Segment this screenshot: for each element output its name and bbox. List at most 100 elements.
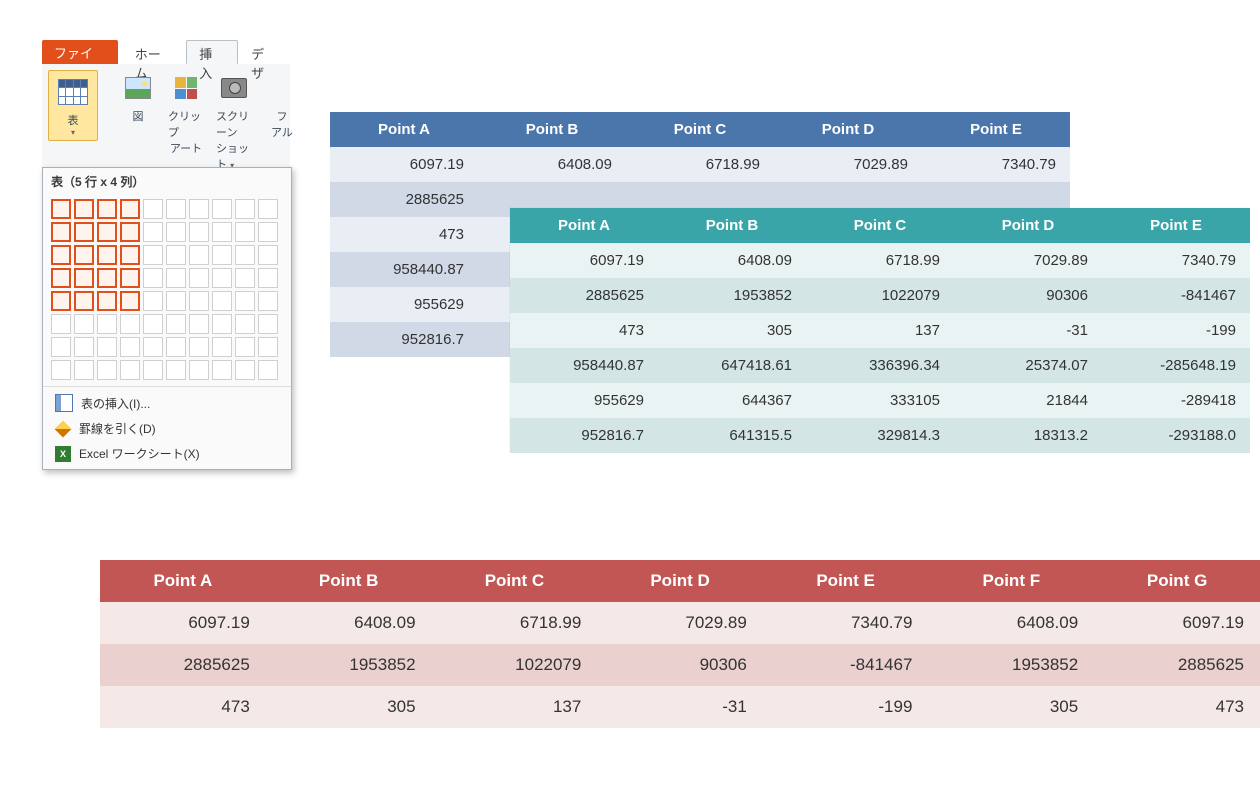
menu-excel-sheet[interactable]: X Excel ワークシート(X)	[43, 441, 291, 466]
tab-design[interactable]: デザ	[238, 40, 290, 64]
grid-cell[interactable]	[97, 291, 117, 311]
grid-cell[interactable]	[120, 199, 140, 219]
grid-cell[interactable]	[143, 245, 163, 265]
table-cell: -199	[1102, 313, 1250, 348]
grid-cell[interactable]	[51, 245, 71, 265]
grid-cell[interactable]	[258, 268, 278, 288]
grid-cell[interactable]	[166, 291, 186, 311]
grid-cell[interactable]	[166, 245, 186, 265]
grid-cell[interactable]	[51, 360, 71, 380]
grid-cell[interactable]	[74, 222, 94, 242]
grid-cell[interactable]	[166, 337, 186, 357]
tab-file[interactable]: ファイル	[42, 40, 118, 64]
grid-cell[interactable]	[258, 360, 278, 380]
grid-cell[interactable]	[212, 337, 232, 357]
table-size-grid[interactable]	[43, 195, 291, 386]
data-table-teal: Point APoint BPoint CPoint DPoint E 6097…	[510, 208, 1250, 453]
grid-cell[interactable]	[97, 222, 117, 242]
grid-cell[interactable]	[235, 314, 255, 334]
grid-cell[interactable]	[189, 291, 209, 311]
grid-cell[interactable]	[212, 199, 232, 219]
grid-cell[interactable]	[51, 222, 71, 242]
grid-cell[interactable]	[143, 291, 163, 311]
grid-cell[interactable]	[212, 222, 232, 242]
table-cell: 2885625	[330, 182, 478, 217]
grid-cell[interactable]	[189, 268, 209, 288]
grid-cell[interactable]	[235, 268, 255, 288]
table-cell: 329814.3	[806, 418, 954, 453]
grid-cell[interactable]	[189, 337, 209, 357]
grid-cell[interactable]	[235, 360, 255, 380]
grid-cell[interactable]	[74, 314, 94, 334]
grid-cell[interactable]	[51, 291, 71, 311]
ribbon-group-clipart[interactable]: クリップ アート	[166, 70, 206, 156]
grid-cell[interactable]	[120, 222, 140, 242]
grid-cell[interactable]	[166, 360, 186, 380]
tab-insert[interactable]: 挿入	[186, 40, 238, 64]
grid-cell[interactable]	[97, 360, 117, 380]
grid-cell[interactable]	[51, 268, 71, 288]
ribbon-group-picture[interactable]: 図	[118, 70, 158, 124]
grid-cell[interactable]	[189, 222, 209, 242]
table-cell: -841467	[763, 644, 929, 686]
grid-cell[interactable]	[120, 314, 140, 334]
grid-cell[interactable]	[97, 314, 117, 334]
grid-cell[interactable]	[189, 199, 209, 219]
grid-cell[interactable]	[258, 222, 278, 242]
menu-draw-table[interactable]: 罫線を引く(D)	[43, 416, 291, 441]
grid-cell[interactable]	[143, 268, 163, 288]
grid-cell[interactable]	[74, 360, 94, 380]
grid-cell[interactable]	[235, 245, 255, 265]
grid-cell[interactable]	[74, 337, 94, 357]
grid-cell[interactable]	[74, 291, 94, 311]
grid-cell[interactable]	[51, 337, 71, 357]
grid-cell[interactable]	[97, 337, 117, 357]
grid-cell[interactable]	[120, 245, 140, 265]
grid-cell[interactable]	[120, 337, 140, 357]
grid-cell[interactable]	[143, 337, 163, 357]
grid-cell[interactable]	[166, 222, 186, 242]
grid-cell[interactable]	[235, 199, 255, 219]
grid-cell[interactable]	[143, 314, 163, 334]
grid-cell[interactable]	[120, 268, 140, 288]
grid-cell[interactable]	[258, 245, 278, 265]
grid-cell[interactable]	[258, 199, 278, 219]
grid-cell[interactable]	[258, 337, 278, 357]
grid-cell[interactable]	[143, 199, 163, 219]
grid-cell[interactable]	[120, 360, 140, 380]
grid-cell[interactable]	[74, 268, 94, 288]
grid-cell[interactable]	[74, 199, 94, 219]
grid-cell[interactable]	[166, 314, 186, 334]
grid-cell[interactable]	[189, 314, 209, 334]
grid-cell[interactable]	[166, 268, 186, 288]
grid-cell[interactable]	[235, 337, 255, 357]
grid-cell[interactable]	[212, 245, 232, 265]
grid-cell[interactable]	[212, 360, 232, 380]
grid-cell[interactable]	[166, 199, 186, 219]
grid-cell[interactable]	[189, 245, 209, 265]
ribbon-group-album[interactable]: フ アル	[262, 70, 302, 140]
grid-cell[interactable]	[74, 245, 94, 265]
grid-cell[interactable]	[189, 360, 209, 380]
grid-cell[interactable]	[51, 314, 71, 334]
grid-cell[interactable]	[212, 291, 232, 311]
grid-cell[interactable]	[258, 291, 278, 311]
menu-insert-table[interactable]: 表の挿入(I)...	[43, 390, 291, 416]
grid-cell[interactable]	[97, 245, 117, 265]
grid-cell[interactable]	[97, 199, 117, 219]
grid-cell[interactable]	[51, 199, 71, 219]
grid-cell[interactable]	[120, 291, 140, 311]
grid-cell[interactable]	[235, 291, 255, 311]
grid-cell[interactable]	[235, 222, 255, 242]
grid-cell[interactable]	[143, 360, 163, 380]
page-canvas: { "ribbon": { "tabs": { "file": "ファイル", …	[0, 0, 1260, 786]
grid-cell[interactable]	[212, 314, 232, 334]
ribbon-group-screenshot[interactable]: スクリーン ショット ▾	[214, 70, 254, 172]
grid-cell[interactable]	[212, 268, 232, 288]
ribbon-group-table[interactable]: 表 ▾	[48, 70, 98, 141]
grid-cell[interactable]	[258, 314, 278, 334]
table-cell: 6408.09	[266, 602, 432, 644]
grid-cell[interactable]	[143, 222, 163, 242]
grid-cell[interactable]	[97, 268, 117, 288]
tab-home[interactable]: ホーム	[122, 40, 186, 64]
